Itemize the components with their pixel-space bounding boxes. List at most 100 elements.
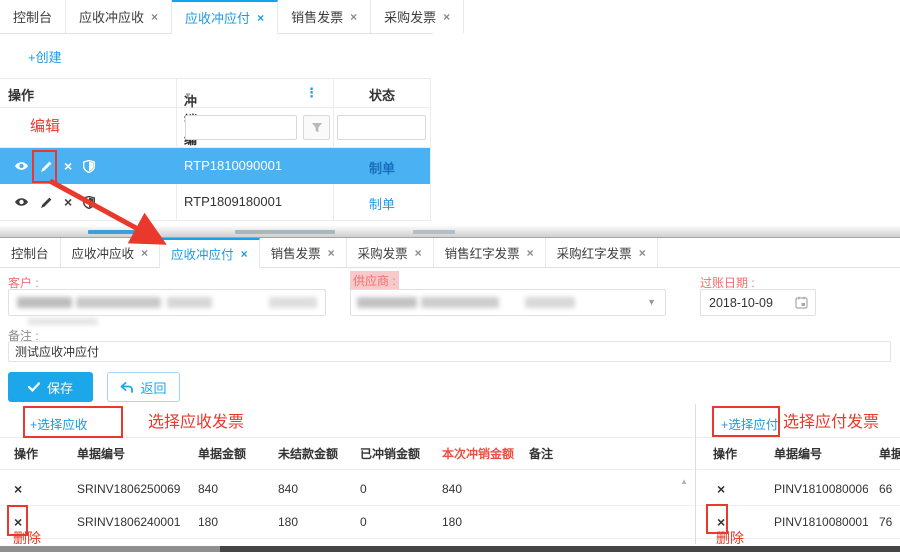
tab-ar-vs-ar[interactable]: 应收冲应收× [61, 238, 161, 267]
delete-row-icon[interactable]: × [0, 482, 66, 496]
edit-icon[interactable] [40, 196, 53, 209]
tab-label: 应收冲应收 [79, 7, 144, 26]
tab-ar-vs-ar[interactable]: 应收冲应收 × [66, 0, 172, 33]
posting-date-input[interactable]: 2018-10-09 [700, 289, 816, 316]
scroll-up-icon[interactable]: ▲ [680, 477, 688, 486]
doc-no: SRINV1806250069 [66, 482, 187, 496]
docno-filter-input[interactable] [185, 115, 297, 140]
annotation-select-receivable: 选择应收发票 [148, 408, 244, 432]
current-writeoff[interactable]: 180 [431, 515, 518, 529]
annotation-edit-label: 编辑 [30, 115, 60, 136]
close-icon[interactable]: × [527, 247, 534, 259]
check-icon [28, 382, 40, 392]
cancel-icon[interactable]: × [64, 159, 72, 173]
close-icon[interactable]: × [415, 247, 422, 259]
chevron-down-icon[interactable]: ▼ [647, 297, 656, 307]
amount: 76 [868, 515, 900, 529]
customer-field[interactable] [8, 289, 326, 316]
filter-funnel-button[interactable] [303, 115, 330, 140]
tab-label: 采购发票 [384, 7, 436, 26]
close-icon[interactable]: × [639, 247, 646, 259]
amount: 180 [187, 515, 267, 529]
tab-sales-invoice[interactable]: 销售发票 × [278, 0, 371, 33]
col-open-amount: 未结款金额 [267, 445, 349, 462]
close-icon[interactable]: × [141, 247, 148, 259]
strip-segment [235, 230, 335, 234]
shield-icon[interactable] [83, 196, 95, 209]
doc-no: SRINV1806240001 [66, 515, 187, 529]
column-menu-icon[interactable]: ⋮ [305, 85, 318, 101]
cancel-icon[interactable]: × [64, 195, 72, 209]
bottom-window: 控制台 应收冲应收× 应收冲应付× 销售发票× 采购发票× 销售红字发票× 采购… [0, 238, 900, 552]
supplier-select[interactable]: ▼ [350, 289, 666, 316]
remark-value: 测试应收冲应付 [15, 343, 99, 360]
funnel-icon [311, 122, 323, 134]
posting-date-value: 2018-10-09 [709, 296, 773, 310]
tab-console[interactable]: 控制台 [0, 238, 61, 267]
redacted-text [17, 297, 72, 308]
col-doc-no: 单据编号 [763, 445, 868, 462]
top-window: 控制台 应收冲应收 × 应收冲应付× 销售发票 × 采购发票 × +创建 操作 冲销编… [0, 0, 433, 226]
written-off: 0 [349, 482, 431, 496]
back-button[interactable]: 返回 [107, 372, 180, 402]
tab-ar-vs-ap[interactable]: 应收冲应付× [160, 238, 260, 268]
status-badge: 制单 [333, 194, 431, 213]
tab-ar-vs-ap[interactable]: 应收冲应付× [172, 0, 278, 34]
calendar-icon[interactable] [795, 296, 808, 309]
close-icon[interactable]: × [257, 12, 264, 24]
writeoff-number: RTP1809180001 [184, 194, 282, 209]
col-action: 操作 [8, 85, 34, 104]
remark-input[interactable]: 测试应收冲应付 [8, 341, 891, 362]
close-icon[interactable]: × [241, 248, 248, 260]
redacted-text [357, 297, 417, 308]
close-icon[interactable]: × [328, 247, 335, 259]
close-icon[interactable]: × [151, 11, 158, 23]
tab-purchase-invoice[interactable]: 采购发票× [347, 238, 434, 267]
doc-no: PINV1810080006 [763, 482, 868, 496]
scrollbar-thumb[interactable] [220, 546, 900, 552]
writeoff-number: RTP1810090001 [184, 158, 282, 173]
table-row-selected[interactable]: × RTP1810090001 制单 [0, 148, 430, 184]
writeoff-table-header: 操作 冲销编号 ▼ ⋮ 状态 [0, 79, 430, 108]
shield-icon[interactable] [83, 160, 95, 173]
horizontal-scrollbar[interactable] [0, 546, 900, 552]
close-icon[interactable]: × [443, 11, 450, 23]
doc-no: PINV1810080001 [763, 515, 868, 529]
receivable-table-header: 操作 单据编号 单据金额 未结款金额 已冲销金额 本次冲销金额 备注 [0, 437, 694, 470]
receivable-invoice-table: 操作 单据编号 单据金额 未结款金额 已冲销金额 本次冲销金额 备注 × SRI… [0, 437, 694, 539]
annotation-delete-left: 删除 [13, 528, 41, 548]
save-button[interactable]: 保存 [8, 372, 93, 402]
view-icon[interactable] [14, 160, 29, 172]
strip-segment [88, 230, 150, 234]
tab-console[interactable]: 控制台 [0, 0, 66, 33]
section-divider [695, 404, 696, 544]
col-doc-no: 单据编号 [66, 445, 187, 462]
current-writeoff[interactable]: 840 [431, 482, 518, 496]
tab-sales-invoice[interactable]: 销售发票× [260, 238, 347, 267]
tab-label: 销售发票 [291, 7, 343, 26]
redacted-text [269, 297, 317, 308]
col-amount: 单据金额 [187, 445, 267, 462]
create-button[interactable]: +创建 [28, 47, 62, 66]
tab-purchase-invoice[interactable]: 采购发票 × [371, 0, 464, 33]
tab-purchase-red-invoice[interactable]: 采购红字发票× [546, 238, 658, 267]
bottom-tab-bar: 控制台 应收冲应收× 应收冲应付× 销售发票× 采购发票× 销售红字发票× 采购… [0, 238, 900, 268]
table-row: × PINV1810080006 66 [697, 473, 900, 506]
plus-icon: + [28, 50, 36, 65]
open-amount: 180 [267, 515, 349, 529]
view-icon[interactable] [14, 196, 29, 208]
sort-caret-icon: ▼ [184, 91, 192, 100]
tab-label: 控制台 [13, 7, 52, 26]
close-icon[interactable]: × [350, 11, 357, 23]
col-remark: 备注 [518, 445, 693, 462]
screenshot-stage: 控制台 应收冲应收 × 应收冲应付× 销售发票 × 采购发票 × +创建 操作 冲销编… [0, 0, 900, 552]
delete-row-icon[interactable]: × [697, 482, 763, 496]
annotation-box-select-payable [712, 406, 780, 437]
strip-segment [413, 230, 455, 234]
col-action: 操作 [0, 445, 66, 462]
tab-sales-red-invoice[interactable]: 销售红字发票× [434, 238, 546, 267]
col-current-writeoff: 本次冲销金额 [431, 445, 518, 462]
redacted-text [421, 297, 499, 308]
table-row[interactable]: × RTP1809180001 制单 [0, 184, 430, 221]
status-filter-input[interactable] [337, 115, 426, 140]
